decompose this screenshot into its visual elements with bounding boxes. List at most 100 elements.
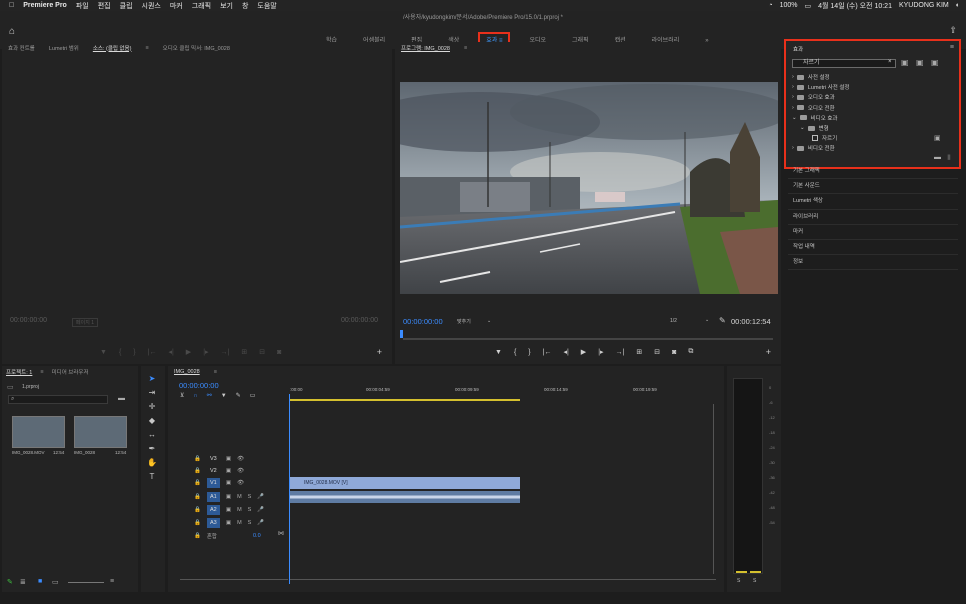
hand-tool-icon[interactable]: ✋ [146,458,158,467]
menu-graphics[interactable]: 그래픽 [192,1,211,11]
add-button-icon[interactable]: + [377,347,382,357]
mark-in-icon[interactable]: { [119,349,121,356]
track-label[interactable]: V2 [207,466,220,476]
eye-icon[interactable]: 👁 [237,456,244,462]
chevron-down-icon[interactable]: ⌄ [487,318,491,324]
clip-thumbnail-sequence[interactable] [74,416,127,448]
lock-icon[interactable]: 🔒 [194,520,201,526]
tab-program[interactable]: 프로그램: IMG_0028 [401,44,450,52]
project-search-input[interactable]: ⌕ [8,395,108,404]
mic-icon[interactable]: 🎤 [257,494,264,500]
track-select-tool-icon[interactable]: ⇥ [146,388,158,397]
zoom-slider[interactable] [68,582,104,583]
wrench-icon[interactable]: ✎ [719,316,726,325]
timeline-timecode[interactable]: 00:00:00:00 [179,381,219,390]
go-to-out-icon[interactable]: →| [616,349,625,356]
lock-icon[interactable]: 🔒 [194,533,201,539]
compare-icon[interactable]: ⧉ [688,348,693,356]
mute-icon[interactable]: M [237,520,242,526]
program-playhead[interactable] [400,330,403,338]
program-timecode[interactable]: 00:00:00:00 [403,317,443,326]
sync-icon[interactable]: ▣ [226,520,231,526]
new-bin-icon[interactable]: ▬ [934,154,941,161]
step-back-icon[interactable]: ◂| [168,348,173,356]
play-icon[interactable]: ▶ [581,348,586,356]
tree-item-audio-effects[interactable]: › 오디오 효과 [792,92,952,102]
accelerated-effects-icon[interactable]: ▣ [901,58,909,67]
pen-tool-icon[interactable]: ✒ [146,444,158,453]
track-label[interactable]: A2 [206,505,220,515]
export-frame-icon[interactable]: ◙ [672,349,676,356]
program-scrubber[interactable] [403,338,773,340]
step-forward-icon[interactable]: |▸ [203,348,208,356]
captions-icon[interactable]: ▭ [250,392,256,399]
tree-item-video-transitions[interactable]: › 비디오 전환 [792,143,952,153]
timeline-vertical-scrollbar[interactable] [713,404,714,574]
selection-tool-icon[interactable]: ➤ [146,374,158,383]
go-to-out-icon[interactable]: →| [221,349,230,356]
sort-icon[interactable]: ≡ [110,578,114,585]
mic-icon[interactable]: 🎤 [257,507,264,513]
lock-icon[interactable]: 🔒 [194,480,201,486]
tab-timeline[interactable]: IMG_0028 [174,369,200,375]
tab-audio-clip-mixer[interactable]: 오디오 클립 믹서: IMG_0028 [163,44,230,52]
eye-icon[interactable]: 👁 [237,480,244,486]
lock-icon[interactable]: 🔒 [194,456,201,462]
clock[interactable]: 4월 14일 (수) 오전 10:21 [818,1,892,11]
lock-icon[interactable]: 🔒 [194,494,201,500]
add-marker-icon[interactable]: ▼ [100,349,107,356]
tab-effect-controls[interactable]: 효과 컨트롤 [8,44,35,52]
menu-icon[interactable]: ≡ [214,369,217,375]
track-label[interactable]: V3 [207,454,220,464]
mark-out-icon[interactable]: } [133,349,135,356]
add-marker-icon[interactable]: ▼ [221,393,227,399]
clear-search-icon[interactable]: × [888,59,892,65]
effects-panel-title[interactable]: 효과 [793,45,803,53]
freeform-view-icon[interactable]: ▭ [52,578,59,586]
step-forward-icon[interactable]: |▸ [598,348,603,356]
track-label[interactable]: V1 [206,478,220,488]
mark-out-icon[interactable]: } [528,349,530,356]
mark-in-icon[interactable]: { [514,349,516,356]
control-center-icon[interactable]: ◐ [956,2,960,9]
tab-media-browser[interactable]: 미디어 브라우저 [52,368,89,376]
user-name[interactable]: KYUDONG KIM [899,2,949,9]
wifi-icon[interactable]: ◔ [768,2,772,9]
menu-icon[interactable]: ≡ [950,44,954,51]
tab-lumetri-scopes[interactable]: Lumetri 범위 [49,44,79,52]
sync-icon[interactable]: ▣ [226,456,231,462]
lock-icon[interactable]: 🔒 [194,507,201,513]
tree-item-presets[interactable]: › 사전 설정 [792,72,952,82]
app-menu[interactable]: Premiere Pro [23,2,67,9]
source-fit-dropdown[interactable]: 페이지 1 [72,318,98,327]
nest-icon[interactable]: ⊻ [180,392,184,399]
overwrite-icon[interactable]: ⊟ [259,348,265,356]
track-label[interactable]: A1 [206,492,220,502]
panel-history[interactable]: 작업 내역 [788,240,958,256]
tab-source[interactable]: 소스: (클립 없음) [93,44,132,52]
sync-icon[interactable]: ▣ [226,507,231,513]
mic-icon[interactable]: 🎤 [257,520,264,526]
pencil-icon[interactable]: ✎ [7,578,13,586]
yuv-effects-icon[interactable]: ▣ [931,58,939,67]
audio-clip-a1[interactable] [290,491,520,503]
add-marker-icon[interactable]: ▼ [495,349,502,356]
go-to-in-icon[interactable]: |← [148,349,157,356]
step-back-icon[interactable]: ◂| [563,348,568,356]
video-clip-v1[interactable]: IMG_0028.MOV [V] [290,477,520,489]
panel-essential-graphics[interactable]: 기본 그래픽 [788,164,958,180]
solo-icon[interactable]: S [248,494,252,500]
panel-lumetri-color[interactable]: Lumetri 색상 [788,194,958,210]
apple-icon[interactable]:  [9,2,14,9]
timeline-horizontal-scrollbar[interactable] [290,579,716,580]
resolution-dropdown[interactable]: 1/2 [670,318,677,324]
menu-file[interactable]: 파일 [76,1,89,11]
track-scroll-left[interactable] [180,579,288,580]
program-video-frame[interactable] [400,82,778,294]
icon-view-icon[interactable]: ■ [38,578,42,585]
sync-icon[interactable]: ▣ [226,480,231,486]
menu-sequence[interactable]: 시퀀스 [142,1,161,11]
mute-icon[interactable]: M [237,494,242,500]
program-fit-dropdown[interactable]: 맞추기 [457,318,471,325]
play-icon[interactable]: ▶ [186,348,191,356]
